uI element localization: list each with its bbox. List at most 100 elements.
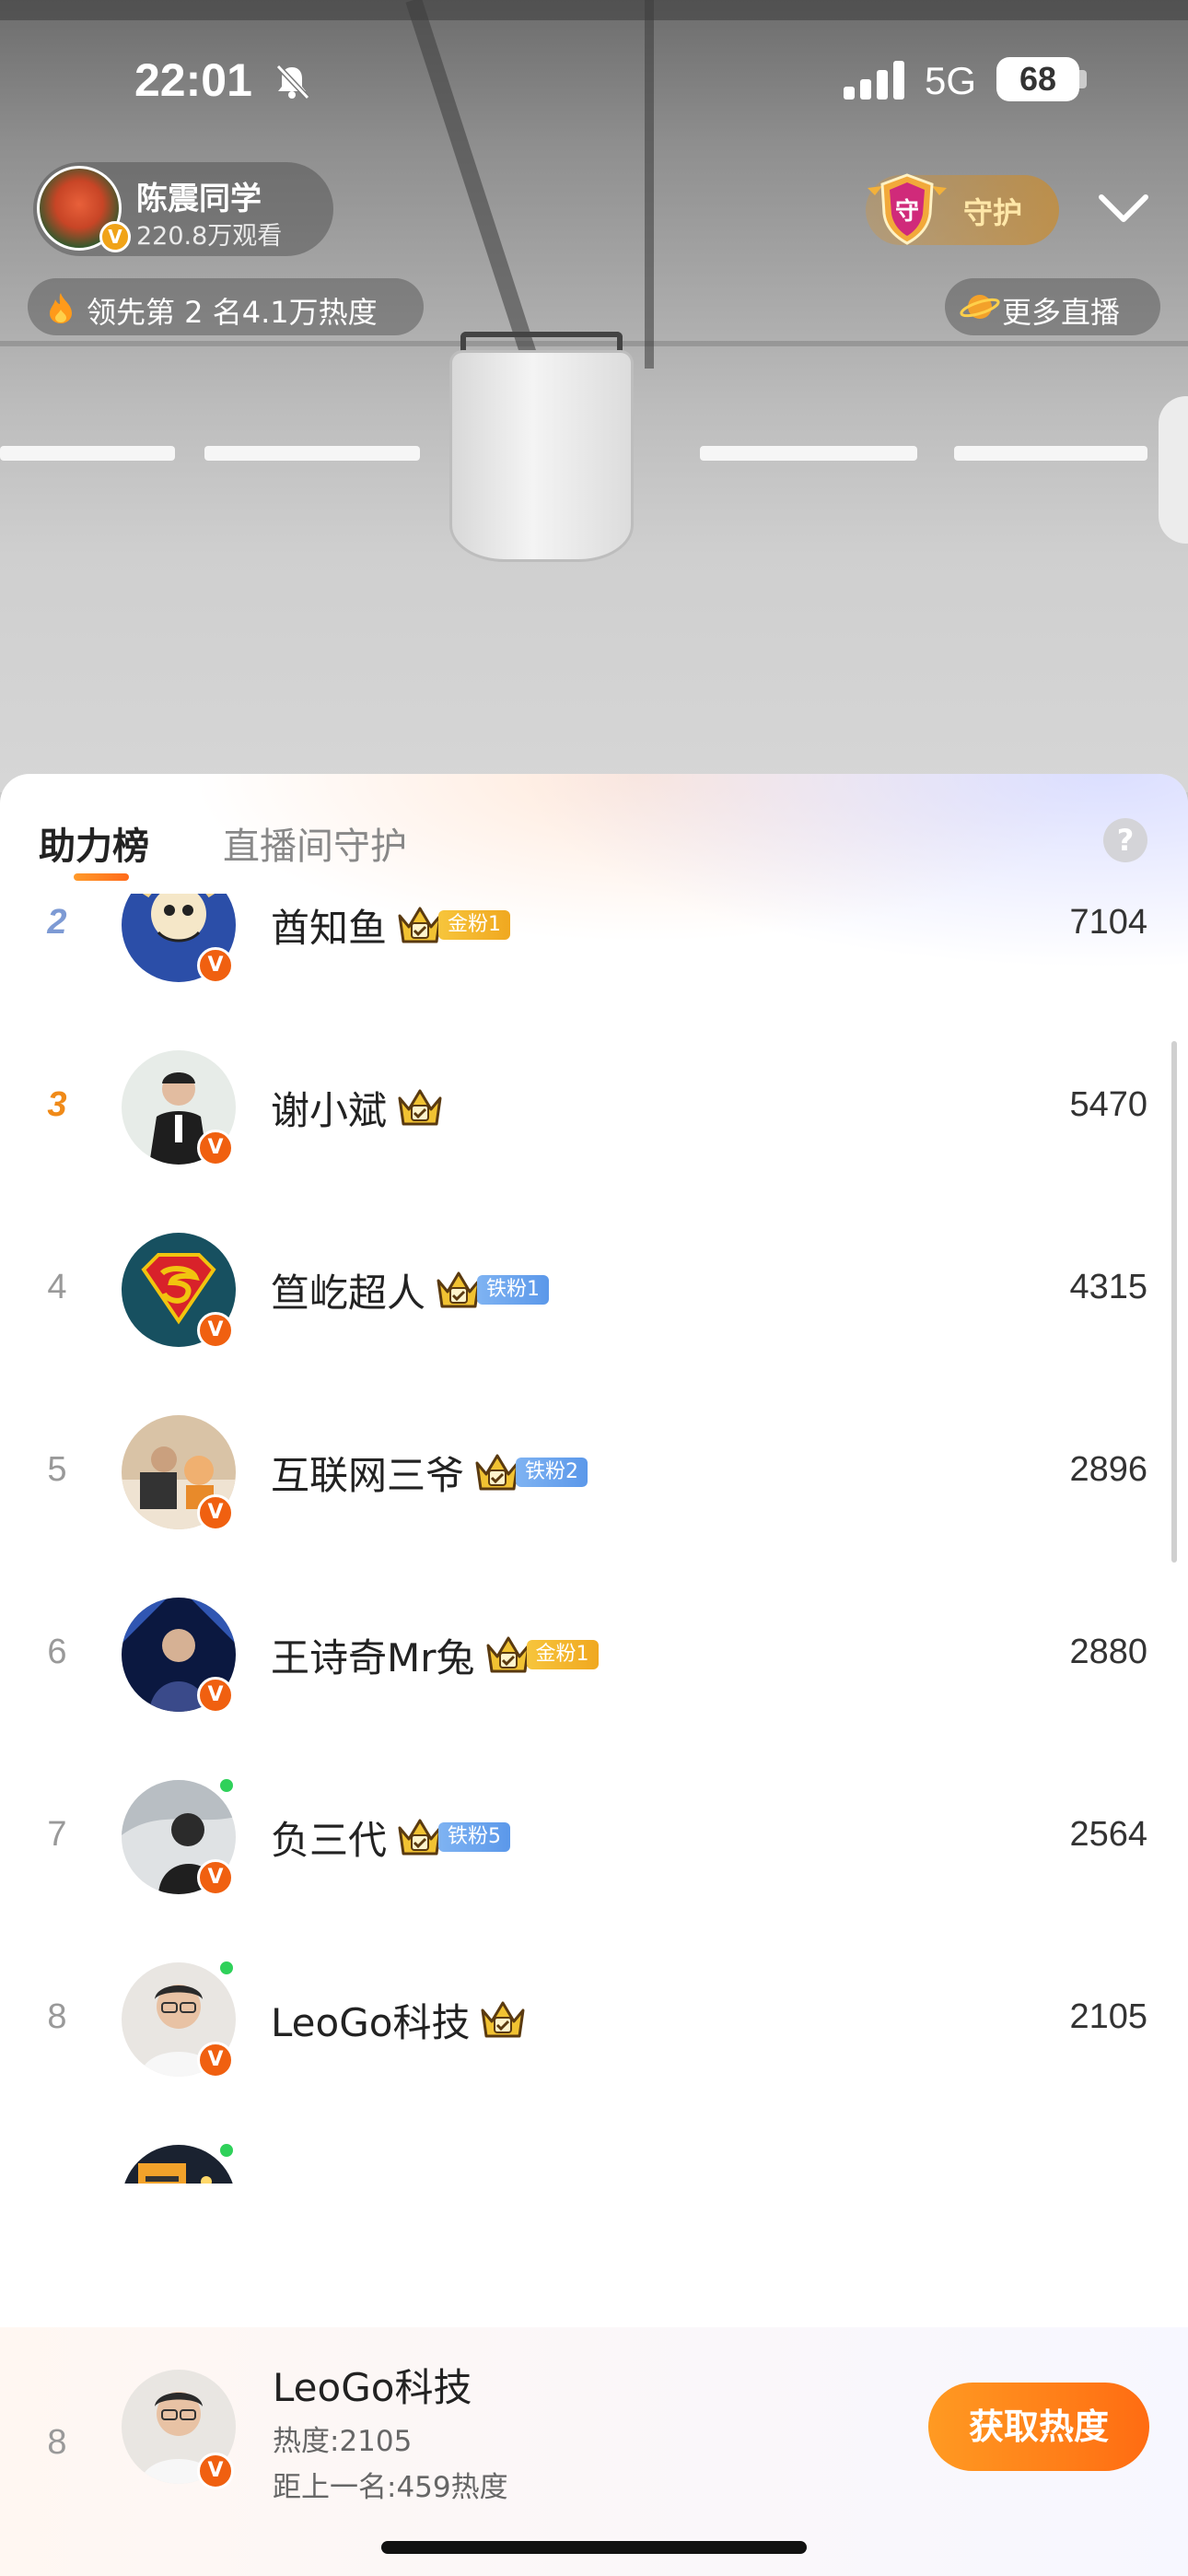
- leaderboard-row[interactable]: 2 V 酋知鱼 金粉1 7104: [0, 894, 1188, 1015]
- leaderboard-list[interactable]: 2 V 酋知鱼 金粉1 7104 3 V 谢小斌 5470 4 V 笪屹超人 铁粉1 4315 5 V 互联网三…: [0, 894, 1188, 2184]
- crown-icon: [398, 907, 442, 943]
- hanging-lamp: [449, 350, 634, 562]
- my-rank-bar: 8 V LeoGo科技 热度:2105 距上一名:459热度 获取热度: [0, 2327, 1188, 2576]
- ceiling-light: [204, 446, 420, 461]
- tab-support-ranking[interactable]: 助力榜: [39, 816, 149, 870]
- user-name: 笪屹超人: [271, 1270, 426, 1316]
- verified-badge-icon: V: [197, 1859, 234, 1896]
- crown-icon: [398, 1089, 442, 1126]
- user-name-group: 王诗奇Mr兔 金粉1: [271, 1627, 599, 1682]
- verified-badge-icon: V: [197, 1677, 234, 1714]
- online-status-dot: [217, 1776, 236, 1795]
- leaderboard-row[interactable]: 6 V 王诗奇Mr兔 金粉1 2880: [0, 1563, 1188, 1745]
- get-heat-button[interactable]: 获取热度: [928, 2383, 1149, 2471]
- ceiling-light: [700, 446, 917, 461]
- network-type: 5G: [925, 59, 977, 102]
- support-score: 5470: [1069, 1085, 1147, 1124]
- leaderboard-row[interactable]: 9V秀才遇着兵zx钻粉21978: [0, 2110, 1188, 2184]
- online-status-dot: [217, 2141, 236, 2160]
- support-score: 2896: [1069, 1450, 1147, 1489]
- verified-badge-icon: V: [197, 1312, 234, 1349]
- rank-number: 9: [28, 2180, 87, 2184]
- more-live-button[interactable]: 更多直播: [945, 278, 1160, 335]
- status-time: 22:01: [134, 54, 252, 106]
- rank-number: 3: [47, 1085, 67, 1124]
- user-name: 秀才遇着兵zx: [271, 2174, 507, 2184]
- home-indicator[interactable]: [381, 2541, 807, 2554]
- battery-cap: [1079, 70, 1087, 88]
- leaderboard-row[interactable]: 8 V LeoGo科技 2105: [0, 1927, 1188, 2110]
- leaderboard-row[interactable]: 3 V 谢小斌 5470: [0, 1015, 1188, 1198]
- guard-button[interactable]: 守 守护: [866, 173, 1059, 245]
- rank-number: 6: [47, 1633, 67, 1671]
- signal-icon: [844, 61, 904, 100]
- user-name: 互联网三爷: [271, 1452, 465, 1498]
- planet-icon: [960, 295, 1000, 319]
- user-name-group: 谢小斌: [271, 1080, 444, 1135]
- viewer-count: 220.8万观看: [136, 222, 283, 251]
- tab-room-guard[interactable]: 直播间守护: [223, 816, 407, 870]
- user-name: LeoGo科技: [271, 1999, 471, 2045]
- crown-icon: [481, 2001, 525, 2038]
- rank-number: 5: [47, 1450, 67, 1489]
- user-name: 酋知鱼: [271, 905, 388, 951]
- verified-badge-icon: V: [197, 1494, 234, 1531]
- support-score: 1978: [1069, 2180, 1147, 2184]
- support-score: 7104: [1069, 903, 1147, 942]
- more-live-label: 更多直播: [1002, 295, 1121, 330]
- guard-shield-icon: 守: [868, 173, 947, 245]
- fan-level-tag: 铁粉5: [438, 1822, 511, 1852]
- bell-muted-icon: [275, 64, 310, 100]
- my-gap-to-previous: 距上一名:459热度: [273, 2471, 508, 2504]
- leaderboard-row[interactable]: 4 V 笪屹超人 铁粉1 4315: [0, 1198, 1188, 1380]
- support-score: 2105: [1069, 1997, 1147, 2036]
- guard-label: 守护: [963, 195, 1023, 230]
- status-bar: 22:01 5G 68: [0, 0, 1188, 157]
- ceiling-light: [0, 446, 175, 461]
- user-name: 负三代: [271, 1817, 388, 1863]
- support-score: 2880: [1069, 1633, 1147, 1671]
- chevron-down-icon[interactable]: [1096, 184, 1151, 230]
- my-heat: 热度:2105: [273, 2425, 413, 2458]
- hanging-lamp: [1159, 396, 1188, 544]
- fan-level-tag: 金粉1: [526, 1640, 599, 1669]
- user-name-group: 负三代 铁粉5: [271, 1809, 511, 1865]
- streamer-name: 陈震同学: [136, 181, 262, 217]
- support-score: 2564: [1069, 1815, 1147, 1854]
- crown-icon: [398, 1819, 442, 1856]
- active-tab-indicator: [74, 873, 129, 881]
- my-rank-number: 8: [47, 2423, 67, 2462]
- rank-number: 7: [47, 1815, 67, 1854]
- crown-icon: [486, 1636, 530, 1673]
- fan-level-tag: 金粉1: [438, 910, 511, 940]
- battery-icon: 68: [996, 57, 1079, 101]
- ceiling-light: [954, 446, 1147, 461]
- leaderboard-row[interactable]: 7 V 负三代 铁粉5 2564: [0, 1745, 1188, 1927]
- help-icon[interactable]: ?: [1103, 818, 1147, 862]
- fan-level-tag: 铁粉2: [516, 1458, 588, 1487]
- crown-icon: [437, 1271, 481, 1308]
- rank-number: 2: [47, 903, 67, 942]
- user-name: 谢小斌: [271, 1087, 388, 1133]
- fan-level-tag: 铁粉1: [477, 1275, 550, 1305]
- crown-icon: [475, 1454, 519, 1491]
- streamer-info[interactable]: V 陈震同学 220.8万观看: [33, 162, 333, 256]
- user-name-group: 互联网三爷 铁粉2: [271, 1445, 588, 1500]
- fire-icon: [50, 293, 72, 323]
- user-name-group: 秀才遇着兵zx钻粉2: [271, 2174, 631, 2184]
- verified-badge-icon: V: [197, 1130, 234, 1166]
- heat-rank-pill[interactable]: 领先第 2 名4.1万热度: [28, 278, 424, 335]
- crown-icon: [517, 2180, 565, 2184]
- rank-lead-text: 领先第 2 名4.1万热度: [87, 295, 378, 330]
- verified-badge-icon: V: [197, 2453, 234, 2489]
- verified-badge-icon: V: [197, 947, 234, 984]
- rank-number: 8: [47, 1997, 67, 2036]
- verified-badge-icon: V: [197, 2042, 234, 2078]
- user-name-group: 笪屹超人 铁粉1: [271, 1262, 550, 1317]
- svg-text:守: 守: [895, 197, 919, 226]
- scrollbar[interactable]: [1171, 1041, 1177, 1563]
- leaderboard-sheet: 助力榜 直播间守护 ? 2 V 酋知鱼 金粉1 7104 3 V 谢小斌 5470 4 V 笪屹超人铁…: [0, 774, 1188, 2576]
- online-status-dot: [217, 1959, 236, 1977]
- user-name-group: LeoGo科技: [271, 1992, 527, 2047]
- leaderboard-row[interactable]: 5 V 互联网三爷 铁粉2 2896: [0, 1380, 1188, 1563]
